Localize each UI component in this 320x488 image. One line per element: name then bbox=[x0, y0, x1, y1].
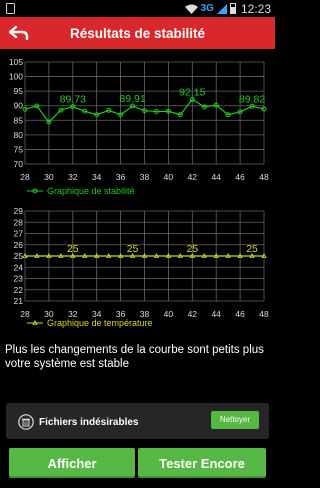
y-tick-label: 25 bbox=[14, 251, 24, 261]
data-label: 89.73 bbox=[60, 94, 86, 106]
stability-chart-svg: 105 100 95 90 85 80 75 70 28 30 32 34 36 38 40 42 44 46 48… bbox=[9, 57, 269, 196]
x-tick-label: 32 bbox=[68, 172, 78, 182]
show-button[interactable]: Afficher bbox=[9, 448, 135, 478]
y-tick-label: 27 bbox=[14, 229, 24, 239]
x-tick-label: 28 bbox=[20, 309, 30, 319]
stability-chart: 105 100 95 90 85 80 75 70 28 30 32 34 36 38 40 42 44 46 48… bbox=[0, 56, 275, 198]
y-tick-label: 95 bbox=[14, 86, 24, 96]
notification-icon bbox=[6, 3, 15, 14]
y-tick-label: 21 bbox=[14, 296, 24, 306]
y-tick-label: 28 bbox=[14, 217, 24, 227]
legend-label: Graphique de stabilité bbox=[47, 186, 135, 196]
x-tick-label: 44 bbox=[211, 172, 221, 182]
temperature-chart: 29 28 27 26 25 24 23 22 21 28 30 32 34 36 38 40 42 44 46 48… bbox=[0, 205, 275, 330]
y-tick-label: 24 bbox=[14, 262, 24, 272]
data-label: 25 bbox=[186, 243, 198, 255]
x-tick-label: 40 bbox=[164, 172, 174, 182]
legend-label: Graphique de température bbox=[47, 318, 153, 328]
y-tick-label: 90 bbox=[14, 101, 24, 111]
back-arrow-icon bbox=[9, 26, 29, 40]
y-tick-label: 85 bbox=[14, 115, 24, 125]
x-tick-label: 40 bbox=[164, 309, 174, 319]
status-icons: 3G 12:23 bbox=[184, 1, 271, 16]
x-tick-label: 46 bbox=[235, 309, 245, 319]
data-label: 25 bbox=[127, 243, 139, 255]
x-tick-label: 48 bbox=[259, 309, 269, 319]
clean-button[interactable]: Nettoyer bbox=[211, 411, 259, 429]
data-label: 25 bbox=[246, 243, 258, 255]
y-tick-label: 29 bbox=[14, 206, 24, 216]
data-label: 25 bbox=[67, 243, 79, 255]
y-tick-label: 100 bbox=[9, 72, 23, 82]
stability-info-text: Plus les changements de la courbe sont p… bbox=[5, 344, 264, 370]
x-tick-label: 30 bbox=[44, 172, 54, 182]
junk-files-panel: Fichiers indésirables Nettoyer bbox=[6, 403, 269, 439]
page-title: Résultats de stabilité bbox=[69, 25, 206, 41]
status-bar: 3G 12:23 bbox=[0, 0, 275, 17]
x-tick-label: 28 bbox=[20, 172, 30, 182]
x-tick-label: 46 bbox=[235, 172, 245, 182]
y-tick-label: 105 bbox=[9, 57, 23, 67]
clock: 12:23 bbox=[240, 1, 271, 16]
y-tick-label: 70 bbox=[14, 159, 24, 169]
battery-icon bbox=[229, 3, 236, 14]
app-header: Résultats de stabilité bbox=[0, 17, 275, 49]
y-tick-label: 23 bbox=[14, 274, 24, 284]
data-label: 92.15 bbox=[179, 86, 205, 98]
y-tick-label: 75 bbox=[14, 144, 24, 154]
signal-icon bbox=[216, 3, 227, 14]
x-tick-label: 42 bbox=[188, 309, 198, 319]
y-tick-label: 26 bbox=[14, 240, 24, 250]
data-label: 89.91 bbox=[119, 93, 145, 105]
x-tick-label: 44 bbox=[211, 309, 221, 319]
y-tick-label: 22 bbox=[14, 285, 24, 295]
wifi-icon bbox=[184, 4, 198, 14]
x-tick-label: 38 bbox=[140, 172, 150, 182]
y-tick-label: 80 bbox=[14, 130, 24, 140]
x-tick-label: 42 bbox=[188, 172, 198, 182]
data-label: 89.82 bbox=[239, 93, 265, 105]
x-tick-label: 36 bbox=[116, 172, 126, 182]
junk-files-label: Fichiers indésirables bbox=[39, 417, 139, 428]
trash-icon bbox=[18, 414, 34, 430]
x-tick-label: 48 bbox=[259, 172, 269, 182]
retest-button[interactable]: Tester Encore bbox=[138, 448, 266, 478]
x-tick-label: 34 bbox=[92, 172, 102, 182]
temperature-chart-svg: 29282726252423222128 30 32 34 36 38 40 42 44 46 48… bbox=[14, 206, 269, 328]
back-button[interactable] bbox=[6, 21, 32, 45]
network-type: 3G bbox=[200, 3, 214, 14]
